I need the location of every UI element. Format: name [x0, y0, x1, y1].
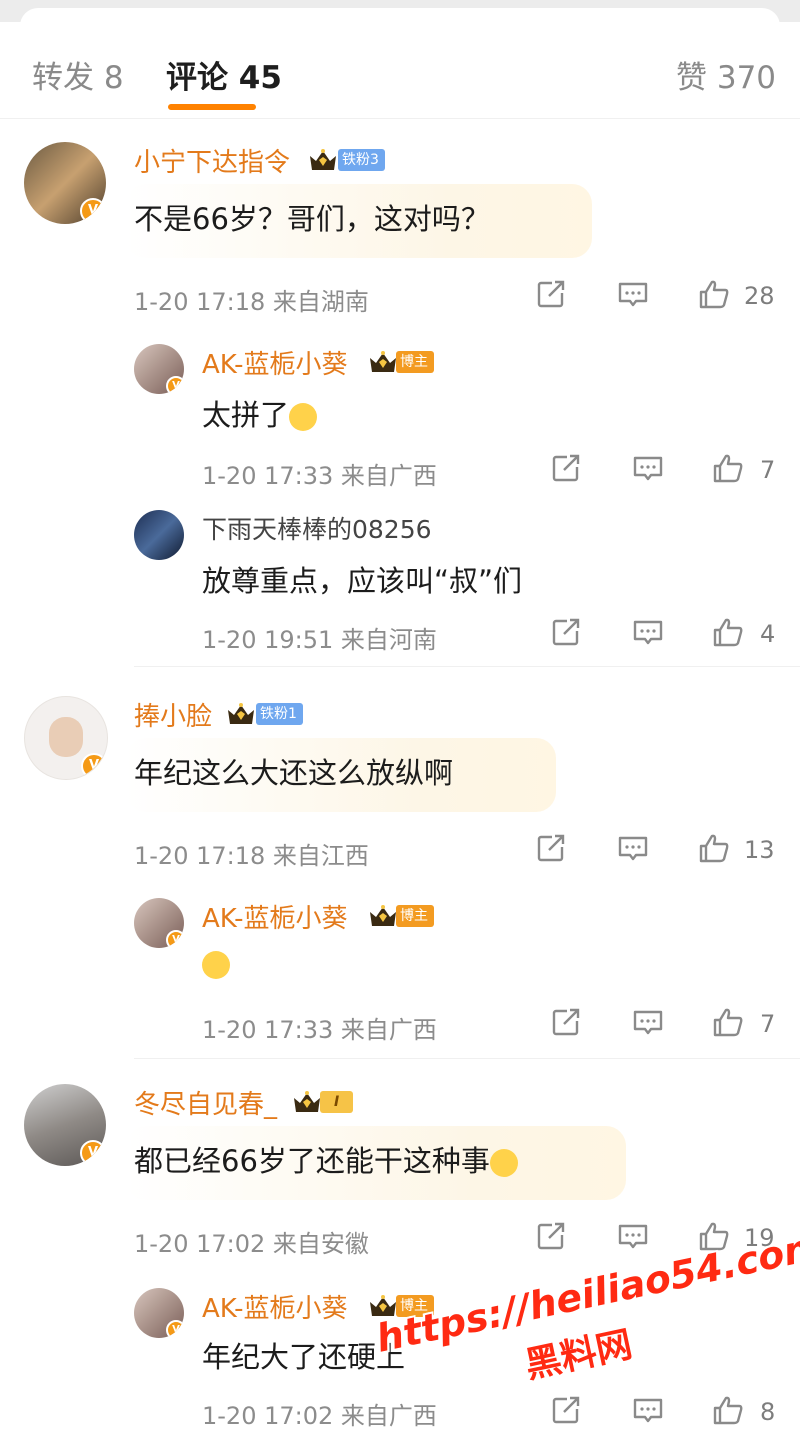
fan-badge[interactable]: 铁粉1: [256, 703, 303, 725]
host-badge: 博主: [396, 905, 434, 927]
avatar[interactable]: V: [24, 1084, 106, 1166]
fan-badge[interactable]: 铁粉3: [338, 149, 385, 171]
like-count: 7: [760, 1010, 776, 1038]
username[interactable]: 小宁下达指令: [134, 142, 290, 179]
crown-icon: [308, 148, 338, 172]
repost-icon[interactable]: [535, 1220, 567, 1252]
username[interactable]: 捧小脸: [134, 696, 212, 733]
repost-icon[interactable]: [550, 1394, 582, 1426]
crown-icon: [292, 1090, 322, 1114]
laugh-cry-emoji-icon: [289, 403, 318, 431]
comment-meta: 1-20 17:02 来自安徽: [134, 1230, 369, 1258]
like-icon[interactable]: [712, 1394, 744, 1426]
username[interactable]: AK-蓝栀小葵: [202, 1288, 348, 1325]
comment-meta: 1-20 17:02 来自广西: [202, 1402, 437, 1430]
like-count: 13: [744, 836, 775, 864]
comment-icon[interactable]: [617, 1220, 649, 1252]
repost-icon[interactable]: [550, 452, 582, 484]
comment-text: 太拼了: [202, 392, 318, 434]
verified-icon: V: [81, 753, 107, 779]
level-badge: I: [320, 1091, 354, 1113]
crown-icon: [368, 904, 398, 928]
verified-icon: V: [166, 930, 184, 948]
sheet-top-bar: [0, 0, 800, 48]
username[interactable]: 下雨天棒棒的08256: [202, 510, 432, 546]
host-badge: 博主: [396, 351, 434, 373]
tab-repost[interactable]: 转发 8: [32, 52, 124, 97]
like-count: 8: [760, 1398, 776, 1426]
verified-icon: V: [80, 1140, 106, 1166]
tab-comments[interactable]: 评论 45: [166, 52, 282, 97]
repost-icon[interactable]: [535, 832, 567, 864]
comment-text: [202, 946, 230, 980]
comment-icon[interactable]: [632, 1006, 664, 1038]
comment-text: 都已经66岁了还能干这种事: [134, 1138, 518, 1180]
repost-icon[interactable]: [550, 1006, 582, 1038]
laugh-cry-emoji-icon: [202, 951, 230, 979]
repost-icon[interactable]: [535, 278, 567, 310]
comment-meta: 1-20 19:51 来自河南: [202, 626, 437, 654]
comment-icon[interactable]: [617, 832, 649, 864]
comment-meta: 1-20 17:18 来自湖南: [134, 288, 369, 316]
comment-meta: 1-20 17:33 来自广西: [202, 462, 437, 490]
repost-icon[interactable]: [550, 616, 582, 648]
comment-icon[interactable]: [632, 452, 664, 484]
avatar[interactable]: V: [24, 696, 108, 780]
eyes-emoji-icon: [489, 1149, 518, 1177]
like-count: 4: [760, 620, 776, 648]
comment-meta: 1-20 17:33 来自广西: [202, 1016, 437, 1044]
like-icon[interactable]: [712, 1006, 744, 1038]
username[interactable]: 冬尽自见春_: [134, 1084, 277, 1121]
comment-text: 年纪大了还硬上: [202, 1340, 406, 1374]
divider: [134, 666, 800, 667]
tab-likes[interactable]: 赞 370: [676, 52, 776, 97]
verified-icon: V: [166, 376, 184, 394]
divider: [134, 1058, 800, 1059]
comment-icon[interactable]: [632, 616, 664, 648]
username[interactable]: AK-蓝栀小葵: [202, 898, 348, 935]
avatar[interactable]: [134, 510, 184, 560]
verified-icon: V: [166, 1320, 184, 1338]
like-count: 28: [744, 282, 775, 310]
username[interactable]: AK-蓝栀小葵: [202, 344, 348, 381]
like-icon[interactable]: [698, 278, 730, 310]
comment-text: 年纪这么大还这么放纵啊: [134, 756, 454, 790]
avatar[interactable]: V: [134, 344, 184, 394]
crown-icon: [226, 702, 256, 726]
avatar[interactable]: V: [134, 1288, 184, 1338]
comment-icon[interactable]: [632, 1394, 664, 1426]
verified-icon: V: [80, 198, 106, 224]
like-icon[interactable]: [712, 616, 744, 648]
tab-bar: 转发 8 评论 45 赞 370: [0, 22, 800, 119]
like-icon[interactable]: [698, 832, 730, 864]
comment-icon[interactable]: [617, 278, 649, 310]
like-icon[interactable]: [712, 452, 744, 484]
avatar[interactable]: V: [134, 898, 184, 948]
avatar[interactable]: V: [24, 142, 106, 224]
crown-icon: [368, 350, 398, 374]
active-tab-indicator: [168, 104, 256, 110]
comment-text: 不是66岁？哥们，这对吗？: [134, 202, 490, 236]
comment-text: 放尊重点，应该叫“叔”们: [202, 564, 523, 598]
like-count: 7: [760, 456, 776, 484]
comment-meta: 1-20 17:18 来自江西: [134, 842, 369, 870]
